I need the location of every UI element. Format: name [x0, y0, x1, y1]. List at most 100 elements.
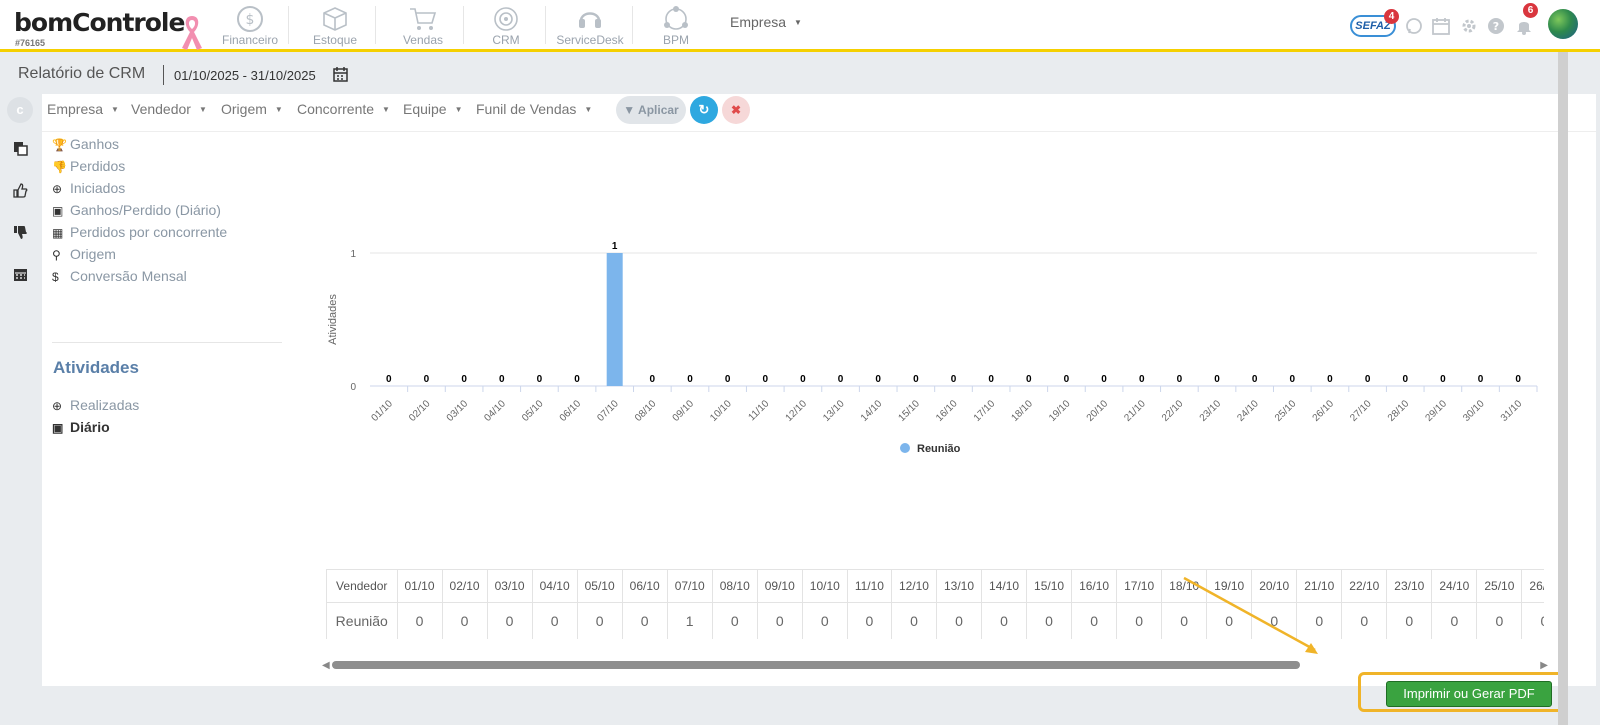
caret-down-icon: ▼ — [584, 105, 593, 114]
table-cell: 0 — [936, 602, 983, 639]
data-label: 0 — [725, 374, 731, 385]
table-cell: 0 — [1116, 602, 1163, 639]
plus-circle-icon: ⊕ — [52, 399, 63, 413]
refresh-button[interactable]: ↻ — [690, 96, 718, 124]
table-cell: 0 — [1386, 602, 1433, 639]
thumbs-up-icon[interactable] — [13, 183, 28, 198]
menu-item-conversao-mensal[interactable]: $ Conversão Mensal — [52, 268, 187, 288]
filter-funil-de-vendas[interactable]: Funil de Vendas ▼ — [476, 101, 592, 117]
back-circle-icon[interactable]: c — [7, 97, 33, 123]
data-label: 0 — [386, 374, 392, 385]
bell-icon[interactable] — [1515, 17, 1533, 35]
thumbs-down-icon: 👎 — [52, 160, 67, 174]
scroll-left-arrow-icon[interactable]: ◀ — [322, 660, 330, 671]
x-tick-label: 16/10 — [934, 398, 960, 424]
data-label: 0 — [650, 374, 656, 385]
x-tick-label: 25/10 — [1273, 398, 1299, 424]
clear-filters-button[interactable]: ✖ — [722, 96, 750, 124]
x-tick-label: 30/10 — [1461, 398, 1487, 424]
table-cell: 0 — [757, 602, 803, 639]
legend-marker — [900, 443, 910, 453]
calendar-icon[interactable] — [333, 67, 348, 82]
table-header-row: Vendedor 01/10 02/10 03/10 04/10 05/10 06/10 07… — [327, 570, 1544, 603]
data-label: 0 — [1515, 374, 1521, 385]
nav-estoque[interactable]: Estoque — [300, 2, 370, 48]
data-label: 0 — [951, 374, 957, 385]
table-cell: 0 — [802, 602, 848, 639]
top-navbar: bomControle #76165 $ Financeiro Estoque … — [0, 0, 1600, 52]
thumbs-down-icon[interactable] — [13, 225, 28, 240]
x-tick-label: 06/10 — [558, 398, 584, 424]
menu-item-iniciados[interactable]: ⊕ Iniciados — [52, 180, 125, 200]
menu-item-ganhos-perdido-diario[interactable]: ▣ Ganhos/Perdido (Diário) — [52, 202, 221, 222]
whatsapp-icon[interactable] — [1405, 17, 1423, 35]
x-tick-label: 12/10 — [784, 398, 810, 424]
map-marker-icon: ⚲ — [52, 248, 61, 262]
menu-item-perdidos[interactable]: 👎 Perdidos — [52, 158, 125, 178]
nav-vendas[interactable]: Vendas — [388, 2, 458, 48]
data-table: Vendedor 01/10 02/10 03/10 04/10 05/10 06/10 07… — [326, 569, 1544, 639]
data-label: 0 — [762, 374, 768, 385]
calendar-icon[interactable] — [13, 267, 28, 282]
table-header-cell: 03/10 — [487, 570, 533, 603]
nav-bpm[interactable]: BPM — [645, 2, 707, 48]
copy-icon[interactable] — [13, 141, 28, 156]
filter-vendedor[interactable]: Vendedor ▼ — [131, 101, 207, 117]
vertical-scrollbar[interactable] — [1558, 52, 1568, 725]
company-dropdown[interactable]: Empresa ▼ — [730, 14, 802, 30]
brand-logo[interactable]: bomControle — [14, 8, 185, 37]
table-header-cell: 01/10 — [397, 570, 443, 603]
data-label: 0 — [424, 374, 430, 385]
cart-icon — [410, 8, 437, 30]
table-cell: 0 — [981, 602, 1028, 639]
x-tick-label: 02/10 — [407, 398, 433, 424]
x-tick-label: 29/10 — [1424, 398, 1450, 424]
x-tick-label: 03/10 — [445, 398, 471, 424]
menu-item-realizadas[interactable]: ⊕ Realizadas — [52, 397, 139, 417]
horizontal-scrollbar[interactable]: ◀ ▶ — [322, 660, 1548, 671]
filter-origem[interactable]: Origem ▼ — [221, 101, 283, 117]
table-header-cell: 04/10 — [532, 570, 578, 603]
table-header-cell: 02/10 — [442, 570, 488, 603]
menu-item-ganhos[interactable]: 🏆 Ganhos — [52, 136, 119, 156]
dollar-icon: $ — [52, 270, 59, 284]
plus-circle-icon: ⊕ — [52, 182, 63, 196]
data-label: 0 — [800, 374, 806, 385]
table-row: Reunião00000010000000000000000000 — [327, 602, 1544, 639]
data-label: 0 — [687, 374, 693, 385]
nav-divider — [288, 6, 289, 44]
filter-concorrente[interactable]: Concorrente ▼ — [297, 101, 390, 117]
scrollbar-thumb[interactable] — [332, 661, 1300, 669]
table-cell: 0 — [532, 602, 578, 639]
x-tick-label: 19/10 — [1047, 398, 1073, 424]
avatar[interactable] — [1548, 9, 1578, 39]
print-pdf-button[interactable]: Imprimir ou Gerar PDF — [1386, 681, 1552, 707]
caret-down-icon: ▼ — [274, 105, 283, 114]
date-range[interactable]: 01/10/2025 - 31/10/2025 — [174, 68, 316, 83]
filter-empresa[interactable]: Empresa ▼ — [47, 101, 119, 117]
help-icon[interactable]: ? — [1487, 17, 1505, 35]
x-tick-label: 07/10 — [595, 398, 621, 424]
filter-equipe[interactable]: Equipe ▼ — [403, 101, 463, 117]
x-tick-label: 20/10 — [1085, 398, 1111, 424]
nav-financeiro[interactable]: $ Financeiro — [218, 2, 282, 48]
table-cell: 0 — [442, 602, 488, 639]
data-label: 0 — [1252, 374, 1258, 385]
menu-item-diario[interactable]: ▣ Diário — [52, 419, 110, 439]
scroll-right-arrow-icon[interactable]: ▶ — [1540, 660, 1548, 671]
nav-servicedesk[interactable]: ServiceDesk — [553, 2, 627, 48]
menu-item-origem[interactable]: ⚲ Origem — [52, 246, 116, 266]
nav-crm[interactable]: CRM — [475, 2, 537, 48]
nav-divider — [463, 6, 464, 44]
table-header-cell: 22/10 — [1341, 570, 1388, 603]
svg-text:?: ? — [1493, 20, 1499, 33]
legend-label: Reunião — [917, 443, 961, 455]
calendar-icon[interactable] — [1432, 17, 1450, 35]
gear-icon[interactable] — [1460, 17, 1478, 35]
refresh-icon: ↻ — [698, 102, 710, 117]
data-label: 0 — [1026, 374, 1032, 385]
menu-item-perdidos-por-concorrente[interactable]: ▦ Perdidos por concorrente — [52, 224, 227, 244]
annotation-arrow — [1183, 576, 1318, 654]
apply-filters-button[interactable]: ▼ Aplicar — [616, 96, 686, 124]
table-cell: 0 — [1026, 602, 1073, 639]
